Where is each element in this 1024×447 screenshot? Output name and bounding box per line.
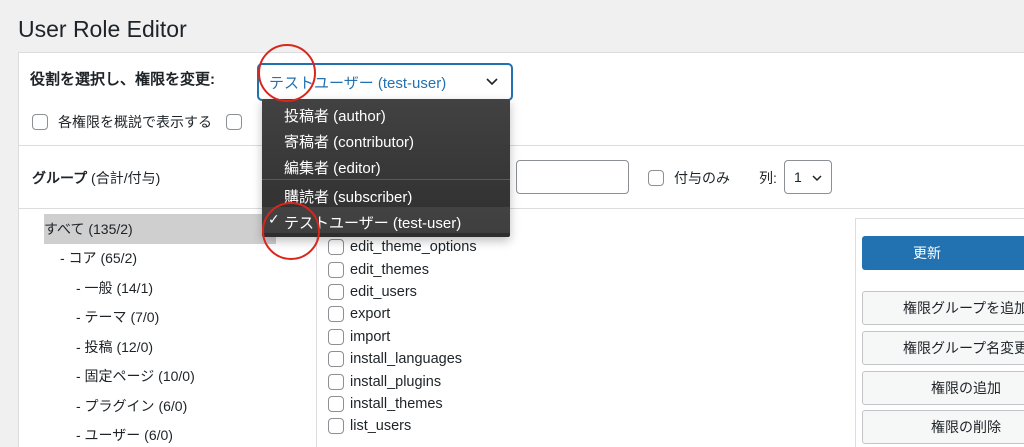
only-granted-option: 付与のみ: [648, 168, 730, 188]
chevron-down-icon: [486, 78, 498, 86]
capability-checkbox[interactable]: [328, 395, 344, 412]
columns-value: 1: [794, 169, 802, 185]
capability-item[interactable]: list_users: [328, 415, 477, 437]
capability-item[interactable]: install_languages: [328, 348, 477, 370]
group-item-plugins[interactable]: - プラグイン (6/0): [44, 391, 276, 421]
delete-capability-button[interactable]: 権限の削除: [862, 410, 1024, 444]
capability-item[interactable]: edit_theme_options: [328, 236, 477, 258]
capability-checkbox[interactable]: [328, 283, 344, 300]
human-readable-label: 各権限を概説で表示する: [58, 114, 212, 130]
display-options-row: 各権限を概説で表示する: [32, 112, 252, 132]
add-capability-button[interactable]: 権限の追加: [862, 371, 1024, 405]
group-item-pages[interactable]: - 固定ページ (10/0): [44, 362, 276, 392]
only-granted-checkbox[interactable]: [648, 170, 664, 186]
role-select-value: テストユーザー (test-user): [269, 74, 447, 92]
capability-filter-input[interactable]: [516, 160, 629, 194]
second-option-checkbox[interactable]: [226, 114, 242, 130]
capability-checkbox[interactable]: [328, 261, 344, 278]
role-option-subscriber[interactable]: 購読者 (subscriber): [284, 186, 412, 207]
capability-checkbox[interactable]: [328, 418, 344, 435]
role-option-author[interactable]: 投稿者 (author): [284, 105, 386, 126]
role-select-label: 役割を選択し、権限を変更:: [30, 71, 215, 88]
dropdown-divider: [262, 179, 510, 180]
capability-item[interactable]: install_themes: [328, 393, 477, 415]
group-item-users[interactable]: - ユーザー (6/0): [44, 421, 276, 447]
capability-item[interactable]: edit_users: [328, 281, 477, 303]
group-item-posts[interactable]: - 投稿 (12/0): [44, 332, 276, 362]
capability-checkbox[interactable]: [328, 239, 344, 256]
role-select[interactable]: テストユーザー (test-user): [258, 64, 512, 100]
check-icon: ✓: [268, 211, 280, 227]
role-option-editor[interactable]: 編集者 (editor): [284, 157, 381, 178]
capability-item[interactable]: import: [328, 326, 477, 348]
group-list: すべて (135/2) - コア (65/2) - 一般 (14/1) - テー…: [44, 214, 276, 447]
divider: [18, 208, 1024, 209]
update-button[interactable]: 更新: [862, 236, 1024, 270]
group-item-core[interactable]: - コア (65/2): [44, 244, 276, 274]
columns-label: 列:: [759, 170, 777, 186]
divider: [18, 145, 1024, 146]
role-option-contributor[interactable]: 寄稿者 (contributor): [284, 131, 414, 152]
rename-group-button[interactable]: 権限グループ名変更: [862, 331, 1024, 365]
capability-checkbox[interactable]: [328, 328, 344, 345]
role-select-row: 役割を選択し、権限を変更:: [30, 68, 223, 89]
page-title: User Role Editor: [18, 16, 187, 42]
group-item-general[interactable]: - 一般 (14/1): [44, 273, 276, 303]
capability-item[interactable]: export: [328, 303, 477, 325]
only-granted-label: 付与のみ: [674, 170, 730, 186]
role-option-test-user[interactable]: テストユーザー (test-user): [284, 212, 461, 233]
capability-checkbox[interactable]: [328, 306, 344, 323]
group-item-all[interactable]: すべて (135/2): [44, 214, 276, 244]
role-dropdown-menu: 投稿者 (author) 寄稿者 (contributor) 編集者 (edit…: [262, 99, 510, 237]
columns-select[interactable]: 1: [784, 160, 832, 194]
capability-item[interactable]: install_plugins: [328, 370, 477, 392]
capability-list: edit_theme_options edit_themes edit_user…: [328, 236, 477, 438]
group-title: グループ (合計/付与): [32, 170, 161, 186]
capability-item[interactable]: edit_themes: [328, 258, 477, 280]
add-group-button[interactable]: 権限グループを追加: [862, 291, 1024, 325]
group-item-themes[interactable]: - テーマ (7/0): [44, 303, 276, 333]
capability-checkbox[interactable]: [328, 351, 344, 368]
chevron-down-icon: [812, 175, 822, 182]
human-readable-checkbox[interactable]: [32, 114, 48, 130]
capability-checkbox[interactable]: [328, 373, 344, 390]
